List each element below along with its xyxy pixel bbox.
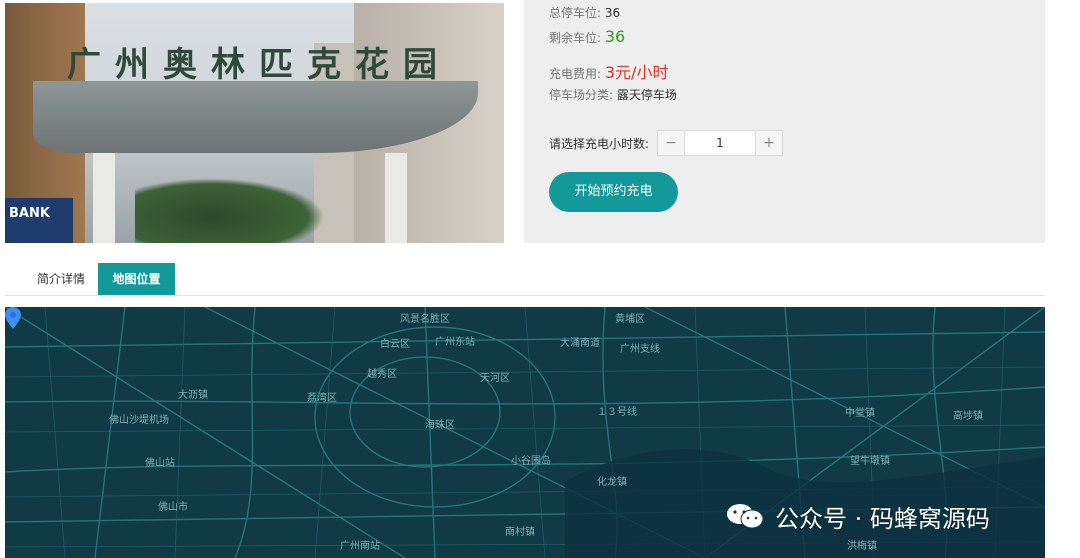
start-booking-button[interactable]: 开始预约充电 — [549, 172, 678, 212]
remaining-spaces-value: 36 — [604, 27, 626, 46]
hours-label: 请选择充电小时数: — [549, 137, 650, 151]
map-label: 荔湾区 — [307, 393, 337, 404]
decrement-button[interactable]: − — [658, 131, 684, 155]
remaining-spaces-row: 剩余车位: 36 — [549, 27, 625, 46]
parking-info-panel: 总停车位: 36 剩余车位: 36 充电费用: 3元/小时 停车场分类: 露天停… — [524, 0, 1045, 243]
charging-fee-value: 3元/小时 — [604, 63, 669, 82]
map-label: 海珠区 — [425, 420, 455, 431]
watermark: 公众号 · 码蜂窝源码 — [725, 498, 990, 534]
photo-trees — [135, 178, 325, 243]
watermark-text: 公众号 · 码蜂窝源码 — [775, 504, 990, 533]
category-value: 露天停车场 — [616, 88, 677, 102]
photo-bank-sign: BANK — [5, 198, 73, 243]
map-label: 黄埔区 — [615, 314, 645, 325]
map-label: 佛山市 — [158, 502, 188, 513]
map-label: 广州支线 — [620, 344, 660, 355]
map-label: 天河区 — [480, 373, 510, 384]
total-spaces-label: 总停车位: — [549, 6, 602, 20]
map-label: 大沥镇 — [178, 390, 208, 401]
remaining-spaces-label: 剩余车位: — [549, 31, 602, 45]
photo-sign-text: 广州奥林匹克花园 — [67, 45, 451, 85]
hours-stepper: − 1 + — [657, 130, 783, 156]
map-label: 广州南站 — [340, 541, 380, 552]
total-spaces-row: 总停车位: 36 — [549, 4, 620, 21]
map-label: 小谷围岛 — [511, 456, 551, 467]
total-spaces-value: 36 — [604, 6, 621, 20]
tab-intro[interactable]: 简介详情 — [23, 263, 99, 295]
photo-pillar — [93, 153, 115, 243]
charging-fee-label: 充电费用: — [549, 67, 602, 81]
detail-tabs: 简介详情 地图位置 — [5, 263, 1045, 296]
hours-input[interactable]: 1 — [684, 131, 756, 155]
map-label: 越秀区 — [367, 369, 397, 380]
map-label: 中堂镇 — [845, 408, 875, 419]
bank-text: BANK — [9, 206, 50, 221]
map-label: 洪梅镇 — [847, 541, 877, 552]
location-marker-icon[interactable] — [5, 307, 21, 329]
tab-map[interactable]: 地图位置 — [98, 263, 175, 295]
photo-pillar — [385, 153, 407, 243]
parking-lot-photo: 广州奥林匹克花园 BANK — [5, 3, 504, 243]
category-label: 停车场分类: — [549, 88, 614, 102]
charging-fee-row: 充电费用: 3元/小时 — [549, 59, 668, 83]
map-label: 高埗镇 — [953, 411, 983, 422]
map-label: 望牛墩镇 — [850, 456, 890, 467]
map-label: １３号线 — [597, 407, 637, 418]
map-label: 广州东站 — [435, 337, 475, 348]
map-label: 化龙镇 — [597, 477, 627, 488]
category-row: 停车场分类: 露天停车场 — [549, 86, 677, 103]
map-label: 大涌南道 — [560, 338, 600, 349]
map-label: 白云区 — [380, 339, 410, 350]
increment-button[interactable]: + — [756, 131, 782, 155]
wechat-icon — [727, 504, 764, 529]
map-label: 佛山沙堤机场 — [109, 415, 169, 426]
map-label: 佛山站 — [145, 458, 175, 469]
map-label: 风景名胜区 — [400, 314, 450, 325]
map-label: 南村镇 — [505, 527, 535, 538]
